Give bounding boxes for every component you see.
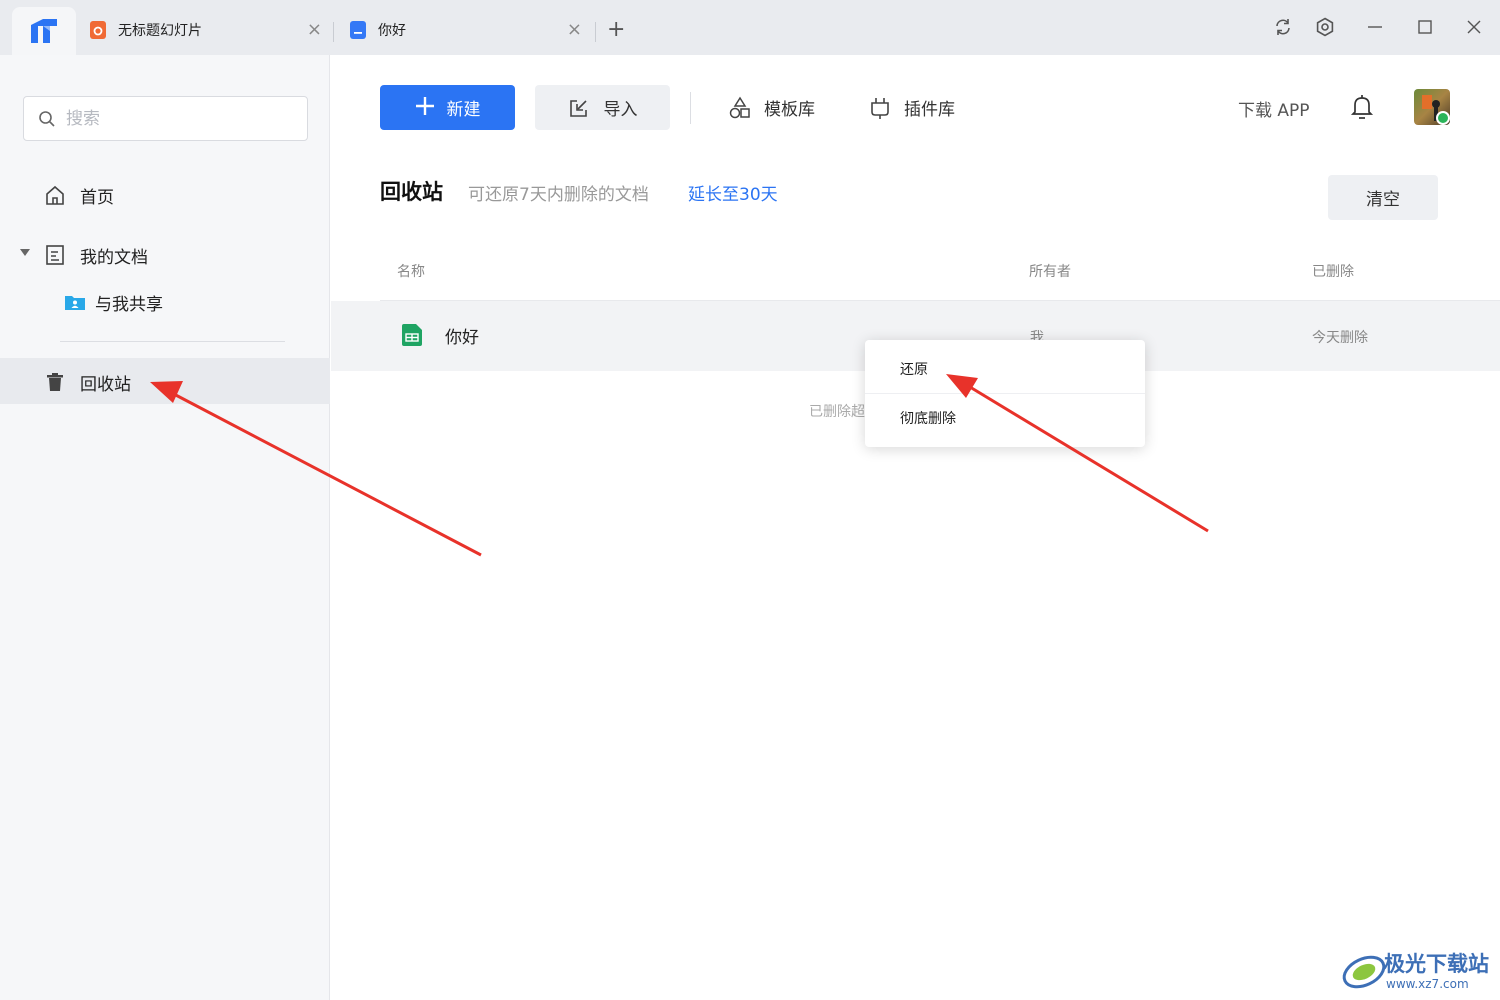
search-icon — [39, 111, 55, 127]
plug-icon — [871, 97, 889, 119]
plugins-label: 插件库 — [904, 100, 955, 120]
new-button[interactable]: 新建 — [380, 85, 515, 130]
watermark-url: www.xz7.com — [1386, 977, 1469, 991]
new-tab-button[interactable]: + — [607, 17, 625, 43]
maximize-icon[interactable] — [1414, 16, 1436, 38]
column-header-owner[interactable]: 所有者 — [1029, 261, 1071, 281]
close-icon[interactable]: × — [307, 20, 322, 40]
download-app-link[interactable]: 下载 APP — [1238, 96, 1310, 121]
sidebar-item-label: 与我共享 — [95, 295, 163, 315]
column-header-deleted[interactable]: 已删除 — [1312, 261, 1354, 281]
import-button[interactable]: 导入 — [535, 85, 670, 130]
import-icon — [569, 99, 587, 117]
sync-icon[interactable] — [1272, 16, 1294, 38]
sidebar-item-my-docs[interactable]: 我的文档 — [0, 231, 330, 277]
sidebar-item-home[interactable]: 首页 — [0, 171, 330, 217]
retention-hint: 已删除超 — [809, 404, 865, 420]
app-logo[interactable] — [12, 7, 76, 55]
menu-item-delete-permanently[interactable]: 彻底删除 — [865, 394, 1145, 442]
context-menu: 还原 彻底删除 — [865, 340, 1145, 447]
tab-label: 无标题幻灯片 — [118, 23, 202, 39]
minimize-icon[interactable] — [1364, 16, 1386, 38]
toolbar-divider — [690, 92, 691, 124]
sidebar-divider — [60, 341, 285, 342]
shared-folder-icon — [65, 296, 85, 310]
watermark: 极光下载站 www.xz7.com — [1340, 946, 1495, 996]
tab-label: 你好 — [378, 23, 406, 39]
sidebar-item-shared[interactable]: 与我共享 — [0, 278, 330, 324]
sidebar-item-trash[interactable]: 回收站 — [0, 358, 330, 404]
expand-caret-icon[interactable] — [20, 249, 30, 256]
doc-icon — [350, 21, 366, 39]
menu-item-label: 还原 — [900, 362, 928, 378]
document-icon — [46, 245, 64, 265]
plus-icon — [415, 95, 435, 121]
avatar[interactable] — [1414, 89, 1450, 125]
close-icon[interactable]: × — [567, 20, 582, 40]
tab-divider — [595, 22, 596, 42]
watermark-logo-icon — [1342, 955, 1386, 989]
templates-button[interactable]: 模板库 — [728, 95, 815, 120]
deleted-time: 今天删除 — [1312, 330, 1368, 346]
sidebar-item-label: 首页 — [80, 188, 114, 208]
search-input[interactable] — [66, 105, 296, 133]
shapes-icon — [729, 96, 750, 118]
spreadsheet-icon — [402, 324, 422, 346]
page-title: 回收站 — [380, 180, 443, 204]
plugins-button[interactable]: 插件库 — [868, 95, 955, 120]
templates-label: 模板库 — [764, 100, 815, 120]
clear-button-label: 清空 — [1366, 190, 1400, 210]
tab-slides[interactable]: 无标题幻灯片 × — [90, 10, 322, 50]
column-header-name[interactable]: 名称 — [397, 261, 425, 281]
tab-document[interactable]: 你好 × — [350, 10, 582, 50]
close-window-icon[interactable] — [1463, 16, 1485, 38]
import-button-label: 导入 — [603, 100, 638, 120]
app-logo-icon — [31, 19, 57, 43]
extend-retention-link[interactable]: 延长至30天 — [688, 180, 778, 205]
page-description: 可还原7天内删除的文档 — [468, 185, 649, 205]
tab-divider — [333, 22, 334, 42]
clear-button[interactable]: 清空 — [1328, 175, 1438, 220]
settings-icon[interactable] — [1314, 16, 1336, 38]
title-bar: 无标题幻灯片 × 你好 × + — [0, 0, 1500, 55]
home-icon — [46, 185, 64, 205]
new-button-label: 新建 — [446, 100, 481, 120]
sidebar-item-label: 我的文档 — [80, 248, 148, 268]
sidebar-item-label: 回收站 — [80, 375, 131, 395]
watermark-text: 极光下载站 — [1384, 952, 1489, 976]
document-name[interactable]: 你好 — [445, 323, 479, 348]
bell-icon[interactable] — [1350, 94, 1374, 120]
slides-icon — [90, 21, 106, 39]
trash-icon — [47, 373, 63, 391]
sidebar: 首页 我的文档 与我共享 回收站 — [0, 55, 330, 1000]
menu-item-restore[interactable]: 还原 — [865, 345, 1145, 393]
menu-item-label: 彻底删除 — [900, 411, 956, 427]
wechat-badge-icon — [1436, 111, 1450, 125]
search-box[interactable] — [23, 96, 308, 141]
